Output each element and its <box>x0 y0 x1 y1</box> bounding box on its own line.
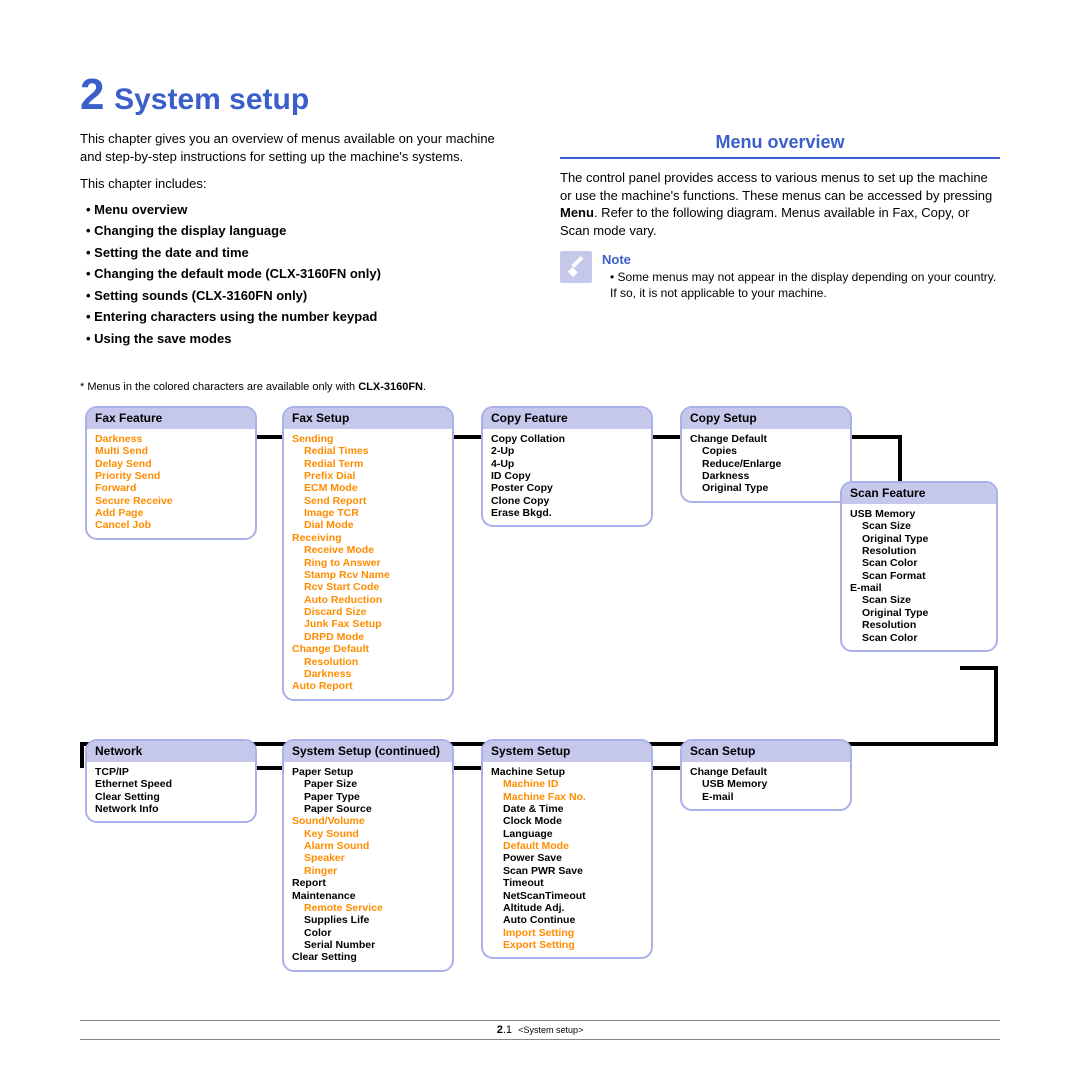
chapter-number: 2 <box>80 70 104 119</box>
chapter-title: System setup <box>114 83 309 116</box>
footnote: * Menus in the colored characters are av… <box>80 381 1000 393</box>
fax-setup-box: Fax Setup SendingRedial TimesRedial Term… <box>282 406 454 700</box>
copy-setup-box: Copy Setup Change DefaultCopiesReduce/En… <box>680 406 852 502</box>
scan-feature-box: Scan Feature USB MemoryScan SizeOriginal… <box>840 481 998 652</box>
system-setup-continued-box: System Setup (continued) Paper SetupPape… <box>282 739 454 971</box>
copy-feature-box: Copy Feature Copy Collation2-Up4-UpID Co… <box>481 406 653 527</box>
chapter-bullets: Menu overviewChanging the display langua… <box>86 201 520 348</box>
intro-paragraph: This chapter gives you an overview of me… <box>80 130 520 165</box>
page-footer: 2.1 <System setup> <box>80 1020 1000 1040</box>
overview-text: The control panel provides access to var… <box>560 169 1000 239</box>
fax-feature-box: Fax Feature DarknessMulti SendDelay Send… <box>85 406 257 539</box>
note-text: Some menus may not appear in the display… <box>602 269 1000 301</box>
note-label: Note <box>602 251 1000 269</box>
menu-diagram: Fax Feature DarknessMulti SendDelay Send… <box>80 401 1000 981</box>
scan-setup-box: Scan Setup Change DefaultUSB MemoryE-mai… <box>680 739 852 811</box>
section-header: Menu overview <box>560 130 1000 159</box>
system-setup-box: System Setup Machine SetupMachine IDMach… <box>481 739 653 959</box>
includes-label: This chapter includes: <box>80 175 520 193</box>
network-box: Network TCP/IPEthernet SpeedClear Settin… <box>85 739 257 823</box>
note-icon <box>560 251 592 283</box>
